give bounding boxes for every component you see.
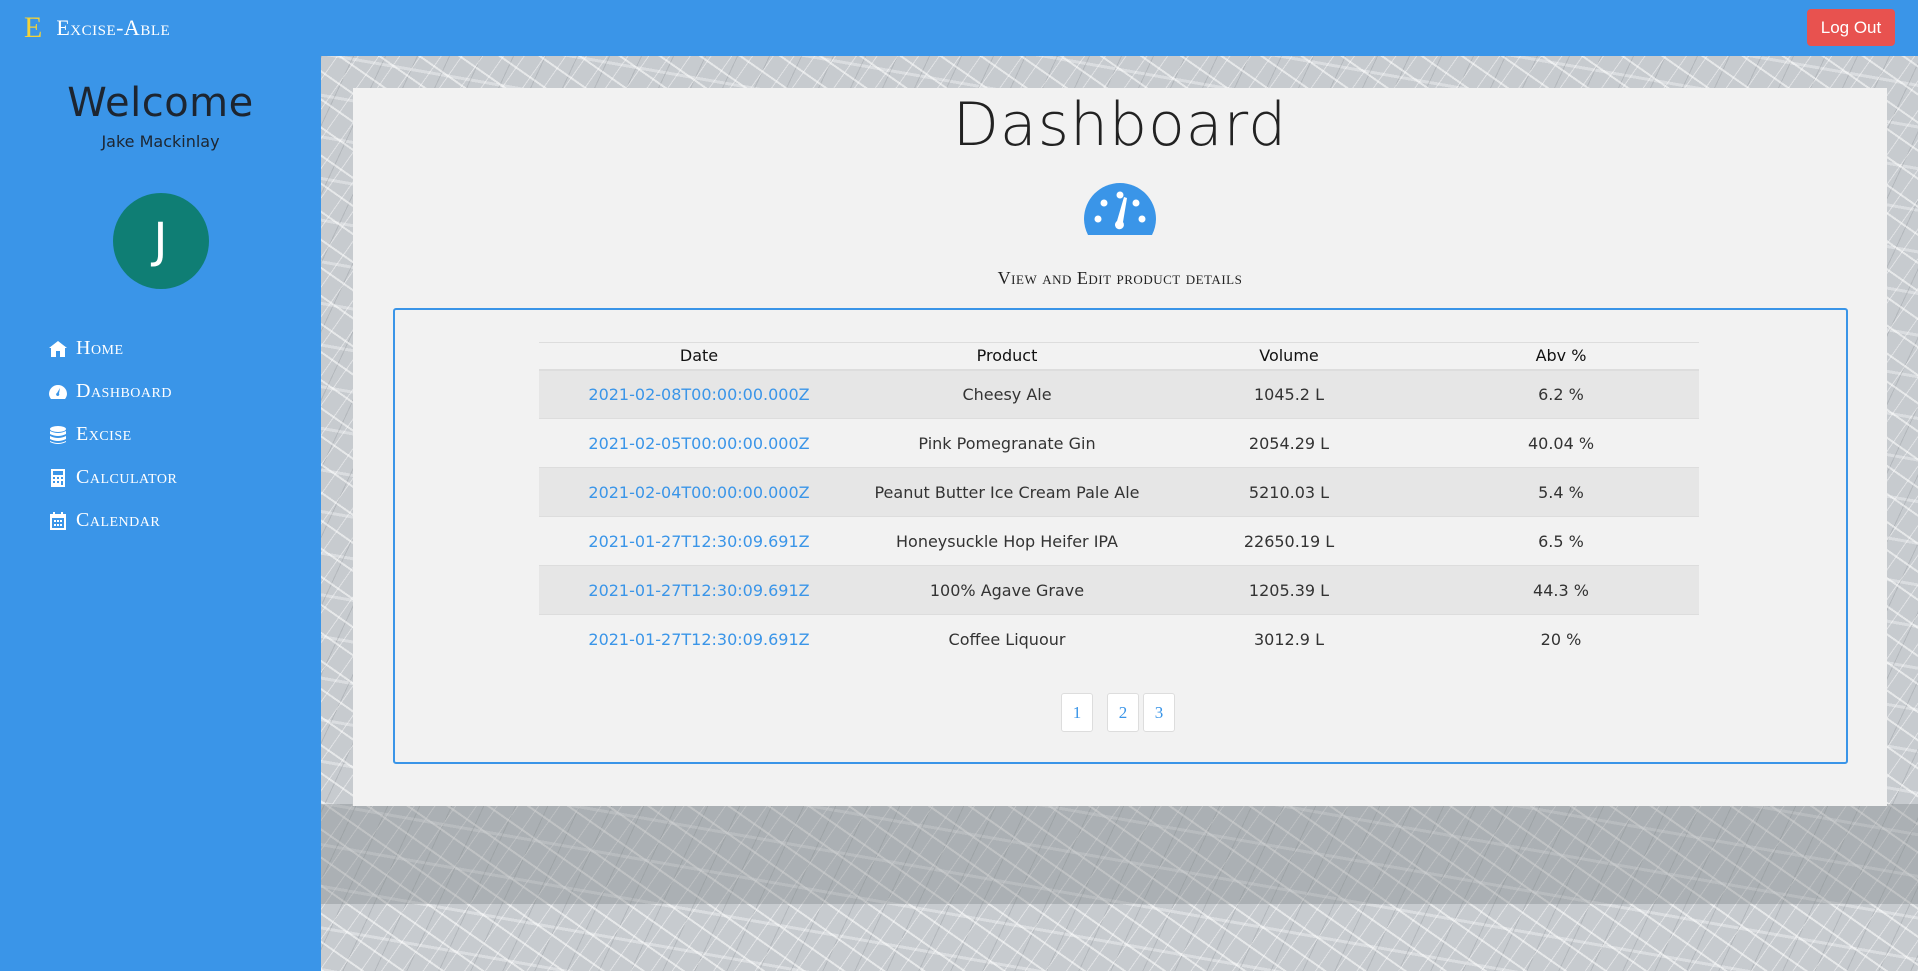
- sidebar-item-calendar[interactable]: Calendar: [48, 499, 321, 542]
- table-row: 2021-01-27T12:30:09.691Z Coffee Liquour …: [539, 614, 1699, 664]
- volume-cell: 5210.03 L: [1155, 467, 1423, 517]
- dashboard-panel: Dashboard View and Edit product details …: [353, 88, 1887, 806]
- username: Jake Mackinlay: [101, 132, 220, 151]
- sidebar-item-dashboard[interactable]: Dashboard: [48, 370, 321, 413]
- pagination: 1 2 3: [1061, 693, 1183, 732]
- sidebar-item-label: Dashboard: [76, 380, 172, 402]
- database-icon: [50, 425, 66, 444]
- product-cell: Honeysuckle Hop Heifer IPA: [859, 516, 1155, 566]
- brand-name: Excise-Able: [56, 15, 171, 40]
- table-row: 2021-02-08T00:00:00.000Z Cheesy Ale 1045…: [539, 369, 1699, 419]
- column-header-product[interactable]: Product: [859, 342, 1155, 371]
- sidebar-item-label: Excise: [76, 423, 132, 445]
- table-header-row: Date Product Volume Abv %: [539, 342, 1699, 371]
- product-cell: Cheesy Ale: [859, 369, 1155, 419]
- abv-cell: 20 %: [1423, 614, 1699, 664]
- abv-cell: 5.4 %: [1423, 467, 1699, 517]
- product-cell: Peanut Butter Ice Cream Pale Ale: [859, 467, 1155, 517]
- sidebar-item-label: Home: [76, 337, 124, 359]
- abv-cell: 44.3 %: [1423, 565, 1699, 615]
- sidebar-item-label: Calendar: [76, 509, 161, 531]
- page-button-1[interactable]: 1: [1061, 693, 1093, 732]
- table-row: 2021-02-04T00:00:00.000Z Peanut Butter I…: [539, 467, 1699, 517]
- date-link[interactable]: 2021-02-05T00:00:00.000Z: [539, 418, 859, 468]
- welcome-heading: Welcome: [67, 80, 254, 126]
- table-container: Date Product Volume Abv % 2021-02-08T00:…: [393, 308, 1848, 764]
- date-link[interactable]: 2021-01-27T12:30:09.691Z: [539, 565, 859, 615]
- table-row: 2021-01-27T12:30:09.691Z 100% Agave Grav…: [539, 565, 1699, 615]
- page-title: Dashboard: [952, 90, 1288, 160]
- sidebar-item-calculator[interactable]: Calculator: [48, 456, 321, 499]
- sidebar-item-home[interactable]: Home: [48, 327, 321, 370]
- logout-button[interactable]: Log Out: [1807, 9, 1895, 46]
- home-icon: [49, 340, 67, 357]
- volume-cell: 2054.29 L: [1155, 418, 1423, 468]
- volume-cell: 3012.9 L: [1155, 614, 1423, 664]
- brand[interactable]: E Excise-Able: [24, 13, 170, 43]
- volume-cell: 22650.19 L: [1155, 516, 1423, 566]
- product-cell: 100% Agave Grave: [859, 565, 1155, 615]
- sidebar: Welcome Jake Mackinlay J Home Dashboard …: [0, 56, 321, 971]
- sidebar-item-label: Calculator: [76, 466, 178, 488]
- page-button-2[interactable]: 2: [1107, 693, 1139, 732]
- column-header-abv[interactable]: Abv %: [1423, 342, 1699, 371]
- calculator-icon: [51, 468, 65, 487]
- date-link[interactable]: 2021-02-08T00:00:00.000Z: [539, 369, 859, 419]
- page-button-3[interactable]: 3: [1143, 693, 1175, 732]
- table-row: 2021-02-05T00:00:00.000Z Pink Pomegranat…: [539, 418, 1699, 468]
- brand-logo: E: [24, 11, 43, 44]
- volume-cell: 1045.2 L: [1155, 369, 1423, 419]
- page-subtitle: View and Edit product details: [997, 268, 1243, 288]
- date-link[interactable]: 2021-01-27T12:30:09.691Z: [539, 516, 859, 566]
- sidebar-item-excise[interactable]: Excise: [48, 413, 321, 456]
- column-header-date[interactable]: Date: [539, 342, 859, 371]
- volume-cell: 1205.39 L: [1155, 565, 1423, 615]
- dashboard-icon: [49, 384, 67, 399]
- calendar-icon: [50, 511, 66, 530]
- top-navbar: E Excise-Able Log Out: [0, 0, 1918, 56]
- column-header-volume[interactable]: Volume: [1155, 342, 1423, 371]
- abv-cell: 40.04 %: [1423, 418, 1699, 468]
- products-table: Date Product Volume Abv % 2021-02-08T00:…: [539, 342, 1699, 664]
- table-row: 2021-01-27T12:30:09.691Z Honeysuckle Hop…: [539, 516, 1699, 566]
- date-link[interactable]: 2021-01-27T12:30:09.691Z: [539, 614, 859, 664]
- avatar: J: [112, 193, 209, 289]
- product-cell: Pink Pomegranate Gin: [859, 418, 1155, 468]
- abv-cell: 6.2 %: [1423, 369, 1699, 419]
- date-link[interactable]: 2021-02-04T00:00:00.000Z: [539, 467, 859, 517]
- abv-cell: 6.5 %: [1423, 516, 1699, 566]
- sidebar-nav: Home Dashboard Excise Calculator Calenda…: [48, 327, 321, 542]
- background-texture: [321, 804, 1918, 904]
- tachometer-icon: [1084, 183, 1156, 235]
- product-cell: Coffee Liquour: [859, 614, 1155, 664]
